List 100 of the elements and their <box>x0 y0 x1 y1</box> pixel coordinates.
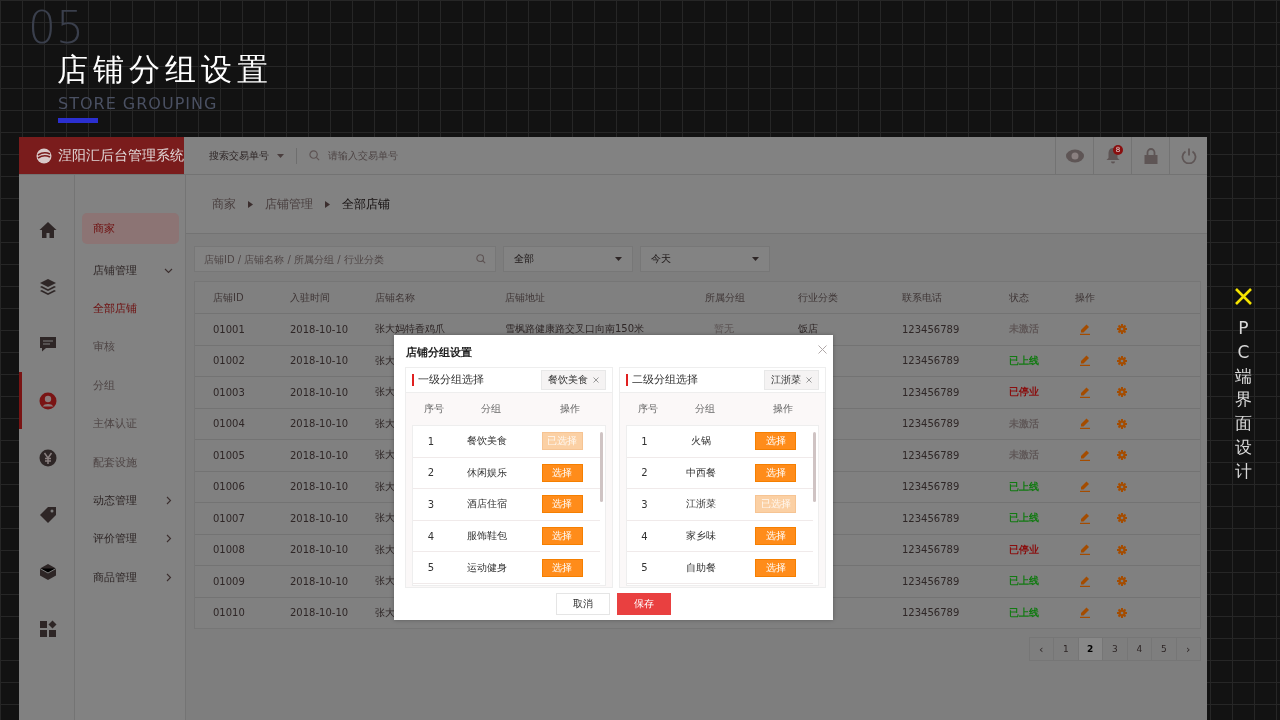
column-header: 操作 <box>772 402 795 416</box>
settings-icon[interactable] <box>1117 481 1127 492</box>
table-cell-text: 123456789 <box>902 449 961 461</box>
slide-number: 05 <box>28 6 84 50</box>
table-cell-text: 3 <box>640 499 649 510</box>
table-cell-text: 1 <box>640 435 649 447</box>
select-button[interactable]: 选择 <box>541 558 583 577</box>
table-cell-text: 酒店住宿 <box>466 497 508 512</box>
table-cell-text: 张大 <box>375 416 396 431</box>
search-icon <box>309 150 320 161</box>
settings-icon[interactable] <box>1117 544 1127 555</box>
select-button[interactable]: 选择 <box>541 463 583 482</box>
tag-label: 江浙菜 <box>771 373 801 387</box>
status-text: 已上线 <box>1009 479 1040 494</box>
breadcrumb-link[interactable]: 商家 <box>212 195 236 213</box>
table-cell-text: 5 <box>426 562 436 574</box>
settings-icon[interactable] <box>1117 513 1127 524</box>
page-button[interactable]: 4 <box>1126 637 1152 661</box>
next-page-button[interactable]: › <box>1175 637 1201 661</box>
column-header: 分组 <box>693 402 716 416</box>
dialog-title: 店铺分组设置 <box>406 345 472 360</box>
menu-group[interactable]: 评价管理 <box>81 519 179 559</box>
menu-group[interactable]: 店铺管理 <box>81 251 179 290</box>
table-cell-text: 家乡味 <box>684 529 717 544</box>
cancel-button[interactable]: 取消 <box>556 593 610 615</box>
chevron-right-icon <box>248 200 253 208</box>
power-icon <box>1180 147 1197 164</box>
select-button[interactable]: 选择 <box>541 495 583 514</box>
edit-icon[interactable] <box>1080 512 1090 524</box>
scrollbar[interactable] <box>599 432 603 502</box>
home-icon <box>39 220 57 239</box>
edit-icon[interactable] <box>1080 323 1090 335</box>
table-cell-text: 张大妈特香鸡爪 <box>375 322 446 337</box>
previous-page-button[interactable]: ‹ <box>1028 637 1054 661</box>
page-button[interactable]: 3 <box>1102 637 1128 661</box>
table-cell-text: 123456789 <box>902 323 961 335</box>
status-text: 已上线 <box>1009 511 1040 526</box>
logo-icon <box>36 147 52 164</box>
edit-icon[interactable] <box>1080 544 1090 556</box>
brand-name: 涅阳汇后台管理系统 <box>58 146 184 165</box>
settings-icon[interactable] <box>1117 418 1127 429</box>
column-header: 操作 <box>1075 290 1096 305</box>
menu-group[interactable]: 商品管理 <box>81 558 179 597</box>
status-text: 已上线 <box>1009 574 1040 589</box>
edit-icon[interactable] <box>1080 481 1090 493</box>
page-button[interactable]: 1 <box>1053 637 1079 661</box>
select-button[interactable]: 选择 <box>755 527 797 546</box>
table-cell-text: 饭店 <box>798 322 819 337</box>
table-cell-text: 123456789 <box>902 607 961 619</box>
column-header: 行业分类 <box>798 290 839 305</box>
breadcrumb-link[interactable]: 店铺管理 <box>265 195 313 213</box>
lock-icon <box>1143 147 1158 164</box>
save-button[interactable]: 保存 <box>617 593 671 615</box>
table-cell-text: 2018-10-10 <box>290 449 350 461</box>
edit-icon[interactable] <box>1080 355 1090 367</box>
caret-icon <box>752 257 759 261</box>
edit-icon[interactable] <box>1080 575 1090 587</box>
page-button[interactable]: 5 <box>1151 637 1177 661</box>
layers-icon <box>39 277 57 296</box>
select-button[interactable]: 选择 <box>541 527 583 546</box>
submenu-item[interactable]: 全部店铺 <box>81 289 179 328</box>
settings-icon[interactable] <box>1117 576 1127 587</box>
edit-icon[interactable] <box>1080 386 1090 398</box>
edit-icon[interactable] <box>1080 418 1090 430</box>
table-cell-text: 张大 <box>375 479 396 494</box>
table-cell-text: 张大 <box>375 448 396 463</box>
scrollbar[interactable] <box>813 432 816 502</box>
table-cell-text: 1 <box>426 435 436 447</box>
submenu-item[interactable]: 审核 <box>81 327 179 367</box>
column-header: 联系电话 <box>902 290 943 305</box>
menu-group[interactable]: 动态管理 <box>81 481 179 520</box>
table-cell-text: 张大 <box>375 353 396 368</box>
select-button[interactable]: 选择 <box>755 558 797 577</box>
page-button[interactable]: 2 <box>1077 637 1103 661</box>
menu-item[interactable]: 商家 <box>81 213 179 244</box>
breadcrumb-link[interactable]: 全部店铺 <box>342 195 390 213</box>
select-button[interactable]: 选择 <box>755 463 797 482</box>
table-cell-text: 2018-10-10 <box>290 323 350 335</box>
edit-icon[interactable] <box>1080 607 1090 619</box>
settings-icon[interactable] <box>1117 324 1127 335</box>
table-cell-text: 123456789 <box>902 544 961 556</box>
table-cell-text: 123456789 <box>902 481 961 493</box>
column-header: 操作 <box>558 402 581 416</box>
tag-label: 餐饮美食 <box>547 373 588 387</box>
table-cell-text: 休闲娱乐 <box>466 465 508 480</box>
date-select[interactable]: 今天 <box>640 246 770 272</box>
table-cell-text: 01003 <box>213 386 246 398</box>
table-cell-text: 01004 <box>213 418 246 430</box>
settings-icon[interactable] <box>1117 387 1127 398</box>
table-cell-text: 01010 <box>213 607 246 619</box>
settings-icon[interactable] <box>1117 607 1127 618</box>
category-select[interactable]: 全部 <box>503 246 633 272</box>
column-header: 分组 <box>480 402 502 416</box>
search-type-dropdown[interactable]: 搜索交易单号 <box>209 147 297 164</box>
select-button[interactable]: 选择 <box>755 432 797 451</box>
column-header: 所属分组 <box>705 290 746 305</box>
settings-icon[interactable] <box>1117 450 1127 461</box>
table-cell-text: 01009 <box>213 575 246 587</box>
edit-icon[interactable] <box>1080 449 1090 461</box>
settings-icon[interactable] <box>1117 355 1127 366</box>
